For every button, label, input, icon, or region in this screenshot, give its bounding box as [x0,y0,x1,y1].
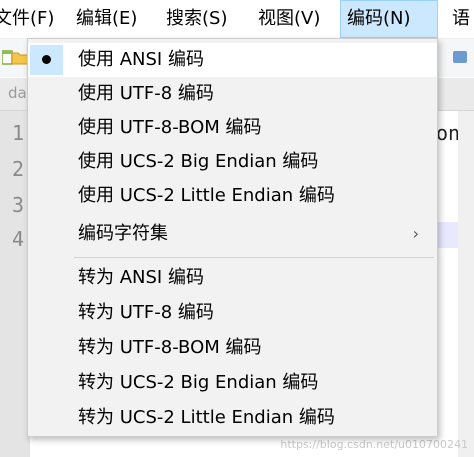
watermark: https://blog.csdn.net/u010700241 [280,438,468,451]
menu-item-charset-submenu[interactable]: 编码字符集 › [28,217,437,251]
menu-item-use-ucs2-be[interactable]: 使用 UCS-2 Big Endian 编码 [28,145,437,179]
notepad-plus-plus-window: 文件(F) 编辑(E) 搜索(S) 视图(V) 编码(N) 语 da 1 2 3… [0,0,474,457]
menu-item-label: 使用 UCS-2 Big Endian 编码 [78,151,319,172]
toolbar-icon-right[interactable] [452,49,468,65]
menu-separator [74,257,434,258]
menu-bar: 文件(F) 编辑(E) 搜索(S) 视图(V) 编码(N) 语 [0,0,474,39]
menu-item-label: 使用 UTF-8-BOM 编码 [78,117,262,138]
menu-item-convert-ucs2-le[interactable]: 转为 UCS-2 Little Endian 编码 [28,401,437,435]
menu-item-use-utf8-bom[interactable]: 使用 UTF-8-BOM 编码 [28,111,437,145]
menu-item-label: 使用 UTF-8 编码 [78,83,214,104]
menu-item-use-ucs2-le[interactable]: 使用 UCS-2 Little Endian 编码 [28,179,437,213]
menu-item-label: 使用 ANSI 编码 [78,49,204,70]
submenu-arrow-icon: › [412,224,419,243]
menu-item-use-utf8[interactable]: 使用 UTF-8 编码 [28,77,437,111]
menu-file[interactable]: 文件(F) [0,0,60,38]
menu-item-label: 转为 UTF-8-BOM 编码 [78,337,262,358]
menu-item-use-ansi[interactable]: 使用 ANSI 编码 [28,43,437,77]
menu-item-convert-ansi[interactable]: 转为 ANSI 编码 [28,261,437,295]
radio-bullet-icon [42,55,51,64]
code-text: on [436,121,461,145]
menu-item-label: 编码字符集 [78,223,168,244]
menu-item-label: 转为 ANSI 编码 [78,267,204,288]
menu-item-label: 转为 UTF-8 编码 [78,302,214,323]
menu-search[interactable]: 搜索(S) [160,0,233,38]
vertical-scrollbar[interactable] [458,111,474,457]
menu-view[interactable]: 视图(V) [252,0,326,38]
menu-item-convert-utf8[interactable]: 转为 UTF-8 编码 [28,296,437,330]
line-number-gutter: 1 2 3 4 [0,111,30,457]
open-folder-icon[interactable] [12,49,28,65]
menu-item-label: 使用 UCS-2 Little Endian 编码 [78,185,335,206]
encoding-menu: 使用 ANSI 编码 使用 UTF-8 编码 使用 UTF-8-BOM 编码 使… [27,38,438,437]
menu-item-convert-utf8-bom[interactable]: 转为 UTF-8-BOM 编码 [28,331,437,365]
document-tab[interactable]: da [8,84,27,102]
menu-language[interactable]: 语 [446,0,474,38]
menu-item-label: 转为 UCS-2 Big Endian 编码 [78,372,319,393]
menu-item-convert-ucs2-be[interactable]: 转为 UCS-2 Big Endian 编码 [28,366,437,400]
menu-edit[interactable]: 编辑(E) [70,0,143,38]
menu-item-label: 转为 UCS-2 Little Endian 编码 [78,407,335,428]
menu-encoding[interactable]: 编码(N) [340,0,438,38]
